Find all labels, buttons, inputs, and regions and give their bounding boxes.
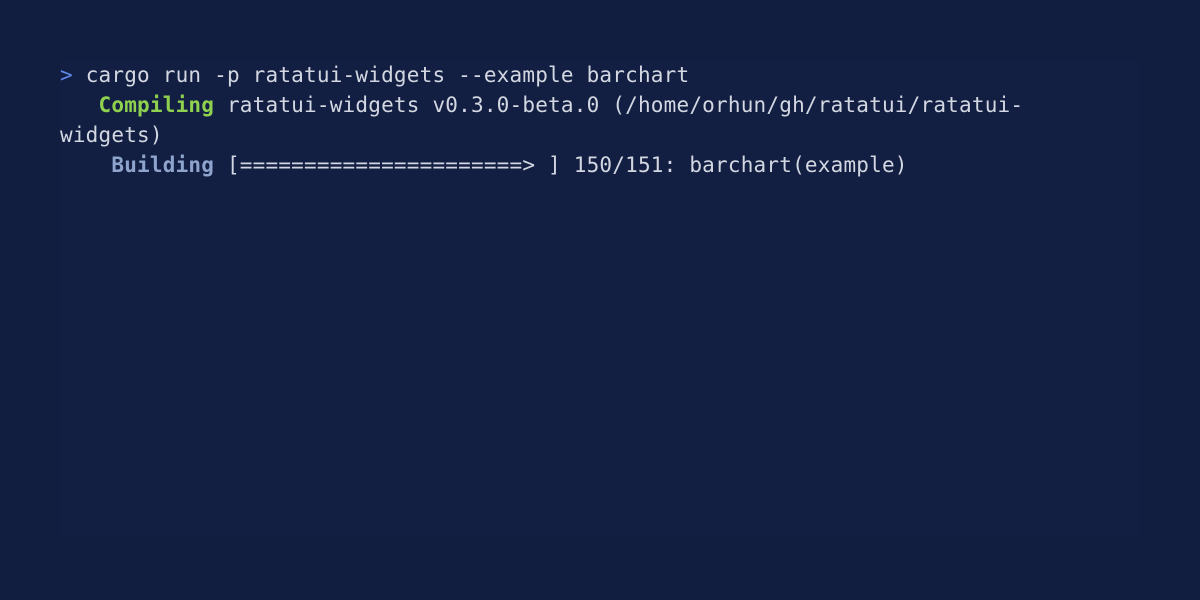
compile-line-wrap: widgets) xyxy=(60,120,1140,150)
compile-target: ratatui-widgets v0.3.0-beta.0 (/home/orh… xyxy=(226,93,1024,117)
compile-target-wrap: widgets) xyxy=(60,123,163,147)
build-line: Building [======================> ] 150/… xyxy=(60,150,1140,180)
build-progress-bar: [======================> ] xyxy=(226,153,561,177)
prompt-symbol: > xyxy=(60,63,73,87)
build-progress-text: 150/151: barchart(example) xyxy=(573,153,908,177)
command-line: > cargo run -p ratatui-widgets --example… xyxy=(60,60,1140,90)
compile-line: Compiling ratatui-widgets v0.3.0-beta.0 … xyxy=(60,90,1140,120)
build-status: Building xyxy=(111,153,215,177)
compile-status: Compiling xyxy=(98,93,215,117)
terminal-window: > cargo run -p ratatui-widgets --example… xyxy=(60,60,1140,538)
command-text: cargo run -p ratatui-widgets --example b… xyxy=(85,63,690,87)
